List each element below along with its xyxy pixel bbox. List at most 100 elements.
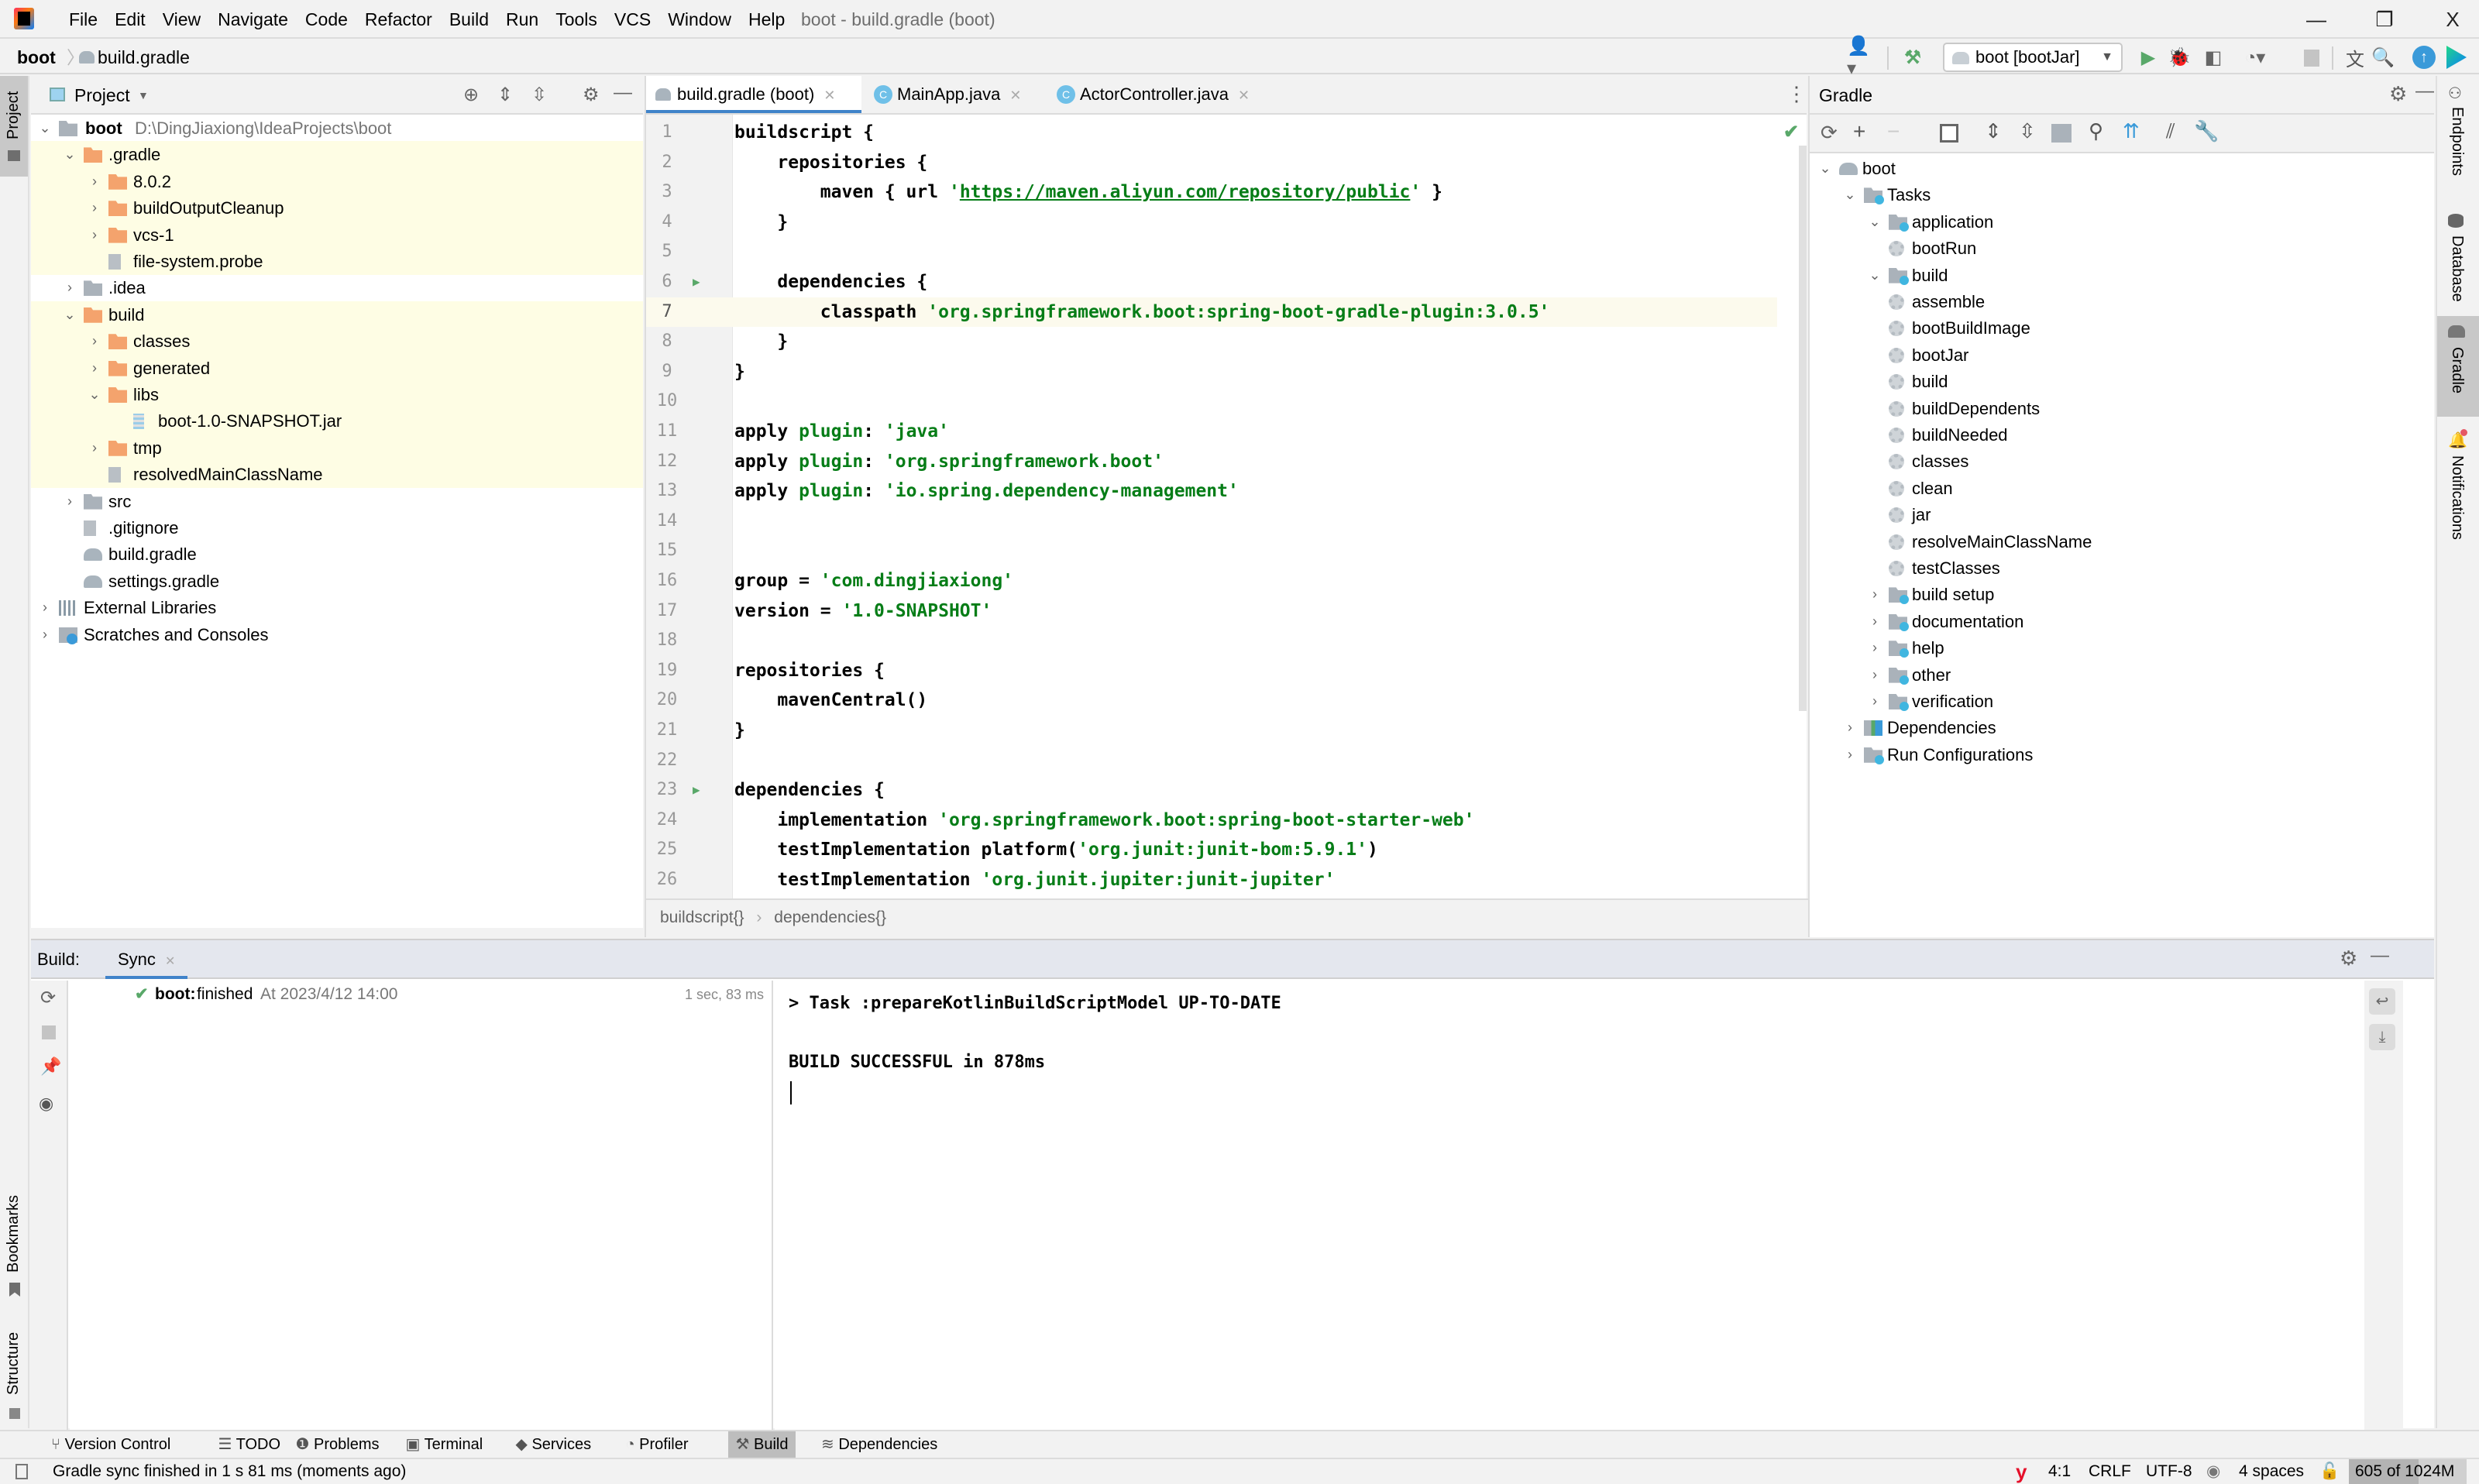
run-configuration-select[interactable]: boot [bootJar] ▼ (1943, 43, 2123, 72)
gradle-tree-item[interactable]: buildNeeded (1810, 421, 2436, 448)
rerun-icon[interactable]: ⟳ (40, 987, 56, 1009)
gradle-tree-item[interactable]: assemble (1810, 288, 2436, 315)
bookmarks-tool-tab[interactable]: Bookmarks (0, 1191, 28, 1300)
toggle-tool-windows-icon[interactable] (15, 1464, 28, 1479)
indent-setting[interactable]: 4 spaces (2239, 1459, 2304, 1484)
gradle-tree-item[interactable]: bootRun (1810, 235, 2436, 262)
tree-item[interactable]: › vcs-1 (31, 221, 643, 249)
chevron-right-icon[interactable]: › (1867, 688, 1882, 715)
inspection-ok-icon[interactable]: ✔ (1783, 121, 1799, 143)
stop-icon[interactable] (2304, 50, 2319, 67)
chevron-down-icon[interactable]: ⌄ (62, 141, 77, 168)
chevron-right-icon[interactable]: › (1867, 581, 1882, 608)
tree-item[interactable]: ⌄ libs (31, 381, 643, 408)
breadcrumb-dependencies[interactable]: dependencies{} (774, 909, 886, 926)
tree-item[interactable]: › classes (31, 328, 643, 356)
code-area[interactable]: 1 buildscript {2 repositories {3 maven { … (646, 115, 1808, 898)
tree-item[interactable]: build.gradle (31, 541, 643, 568)
status-message[interactable]: Gradle sync finished in 1 s 81 ms (momen… (53, 1459, 406, 1484)
tree-item[interactable]: › 8.0.2 (31, 167, 643, 195)
chevron-down-icon[interactable]: ⌄ (1867, 208, 1882, 235)
endpoints-tool-tab[interactable]: ⚇ Endpoints (2437, 76, 2479, 192)
tree-item[interactable]: › Scratches and Consoles (31, 621, 643, 648)
settings-gear-icon[interactable]: ⚙ (583, 84, 600, 106)
pin-icon[interactable]: 📌 (40, 1056, 61, 1077)
settings-gear-icon[interactable]: ⚙ (2340, 946, 2357, 970)
tree-root-boot[interactable]: ⌄ boot D:\DingJiaxiong\IdeaProjects\boot (31, 115, 643, 142)
gradle-tree-item[interactable]: › other (1810, 661, 2436, 689)
more-tabs-icon[interactable]: ⋮ (1786, 82, 1807, 106)
menu-help[interactable]: Help (740, 8, 793, 31)
chevron-right-icon[interactable]: › (1842, 714, 1858, 741)
tab-sync[interactable]: Sync ✕ (105, 940, 188, 979)
menu-file[interactable]: File (60, 8, 106, 31)
menu-view[interactable]: View (154, 8, 209, 31)
translate-icon[interactable]: 文 (2343, 45, 2367, 70)
gradle-tree-item[interactable]: buildDependents (1810, 395, 2436, 422)
tree-item[interactable]: .gitignore (31, 514, 643, 541)
tool-window-services[interactable]: ◆ Services (508, 1431, 600, 1458)
menu-build[interactable]: Build (441, 8, 497, 31)
update-icon[interactable]: ↑ (2412, 46, 2436, 69)
gradle-tree-item[interactable]: testClasses (1810, 555, 2436, 582)
build-tool-settings-icon[interactable]: 🔧 (2194, 119, 2219, 143)
minimize-button[interactable]: — (2293, 5, 2340, 34)
chevron-right-icon[interactable]: › (87, 194, 102, 222)
chevron-down-icon[interactable]: ⌄ (1842, 181, 1858, 208)
chevron-down-icon[interactable]: ⌄ (37, 115, 53, 142)
hide-panel-icon[interactable]: — (2371, 945, 2389, 967)
editor-scrollbar[interactable] (1799, 146, 1807, 711)
gradle-tree-item[interactable]: › help (1810, 634, 2436, 661)
tree-item[interactable]: resolvedMainClassName (31, 461, 643, 489)
build-tree-row[interactable]: ✔ boot: finished At 2023/4/12 14:00 1 se… (70, 981, 772, 1008)
expand-all-icon[interactable]: ⇕ (1985, 119, 2002, 143)
chevron-down-icon[interactable]: ▼ (138, 85, 149, 105)
tool-window-profiler[interactable]: ◔ Profiler (618, 1431, 696, 1458)
chevron-right-icon[interactable]: › (87, 355, 102, 382)
scroll-to-end-icon[interactable]: ⤓ (2369, 1024, 2395, 1050)
group-modules-icon[interactable] (2051, 124, 2072, 143)
menu-navigate[interactable]: Navigate (209, 8, 297, 31)
tree-item[interactable]: › .idea (31, 274, 643, 301)
tree-item[interactable]: boot-1.0-SNAPSHOT.jar (31, 407, 643, 435)
line-separator[interactable]: CRLF (2089, 1459, 2131, 1484)
tree-item[interactable]: › src (31, 488, 643, 515)
view-filter-eye-icon[interactable]: ◉ (39, 1094, 53, 1114)
gradle-tree-item[interactable]: › Run Configurations (1810, 741, 2436, 768)
gradle-tree-item[interactable]: bootJar (1810, 342, 2436, 369)
chevron-right-icon[interactable]: › (87, 435, 102, 462)
menu-vcs[interactable]: VCS (606, 8, 659, 31)
file-encoding[interactable]: UTF-8 (2146, 1459, 2192, 1484)
gradle-tree-item[interactable]: › verification (1810, 688, 2436, 715)
memory-indicator[interactable]: 605 of 1024M (2349, 1459, 2467, 1484)
gradle-tree-item[interactable]: build (1810, 368, 2436, 395)
chevron-right-icon[interactable]: › (37, 594, 53, 621)
show-ignored-icon[interactable]: ⇈ (2123, 119, 2140, 143)
stop-icon[interactable] (42, 1025, 56, 1039)
chevron-right-icon[interactable]: › (1867, 634, 1882, 661)
tool-window-terminal[interactable]: ▣ Terminal (398, 1431, 491, 1458)
debug-icon[interactable]: 🐞 (2168, 45, 2191, 70)
coverage-icon[interactable]: ◧ (2202, 45, 2225, 70)
execute-task-icon[interactable] (1940, 124, 1958, 143)
yaml-plugin-icon[interactable]: y (2016, 1459, 2027, 1484)
chevron-right-icon[interactable]: › (1867, 661, 1882, 689)
close-tab-icon[interactable]: ✕ (1009, 88, 1021, 103)
tab-build-gradle[interactable]: build.gradle (boot) ✕ (646, 76, 861, 113)
menu-code[interactable]: Code (297, 8, 356, 31)
chevron-right-icon[interactable]: › (87, 168, 102, 195)
hide-panel-icon[interactable]: — (2415, 81, 2434, 102)
project-view-selector[interactable]: Project (74, 84, 130, 107)
code-with-me-icon[interactable] (2446, 46, 2467, 69)
remove-icon[interactable]: − (1887, 119, 1900, 144)
tree-item[interactable]: › generated (31, 354, 643, 382)
inspection-eye-icon[interactable]: ◉ (2206, 1459, 2220, 1484)
gradle-tree-item[interactable]: › Dependencies (1810, 714, 2436, 741)
code-url-link[interactable]: https://maven.aliyun.com/repository/publ… (960, 182, 1411, 202)
run-gutter-icon[interactable]: ▶ (693, 267, 700, 297)
tree-item[interactable]: ⌄ build (31, 301, 643, 328)
search-icon[interactable]: 🔍 (2371, 45, 2395, 70)
analyze-dependencies-icon[interactable]: ⚲ (2089, 119, 2103, 143)
gradle-tree-item[interactable]: resolveMainClassName (1810, 528, 2436, 555)
run-gutter-icon[interactable]: ▶ (693, 775, 700, 806)
